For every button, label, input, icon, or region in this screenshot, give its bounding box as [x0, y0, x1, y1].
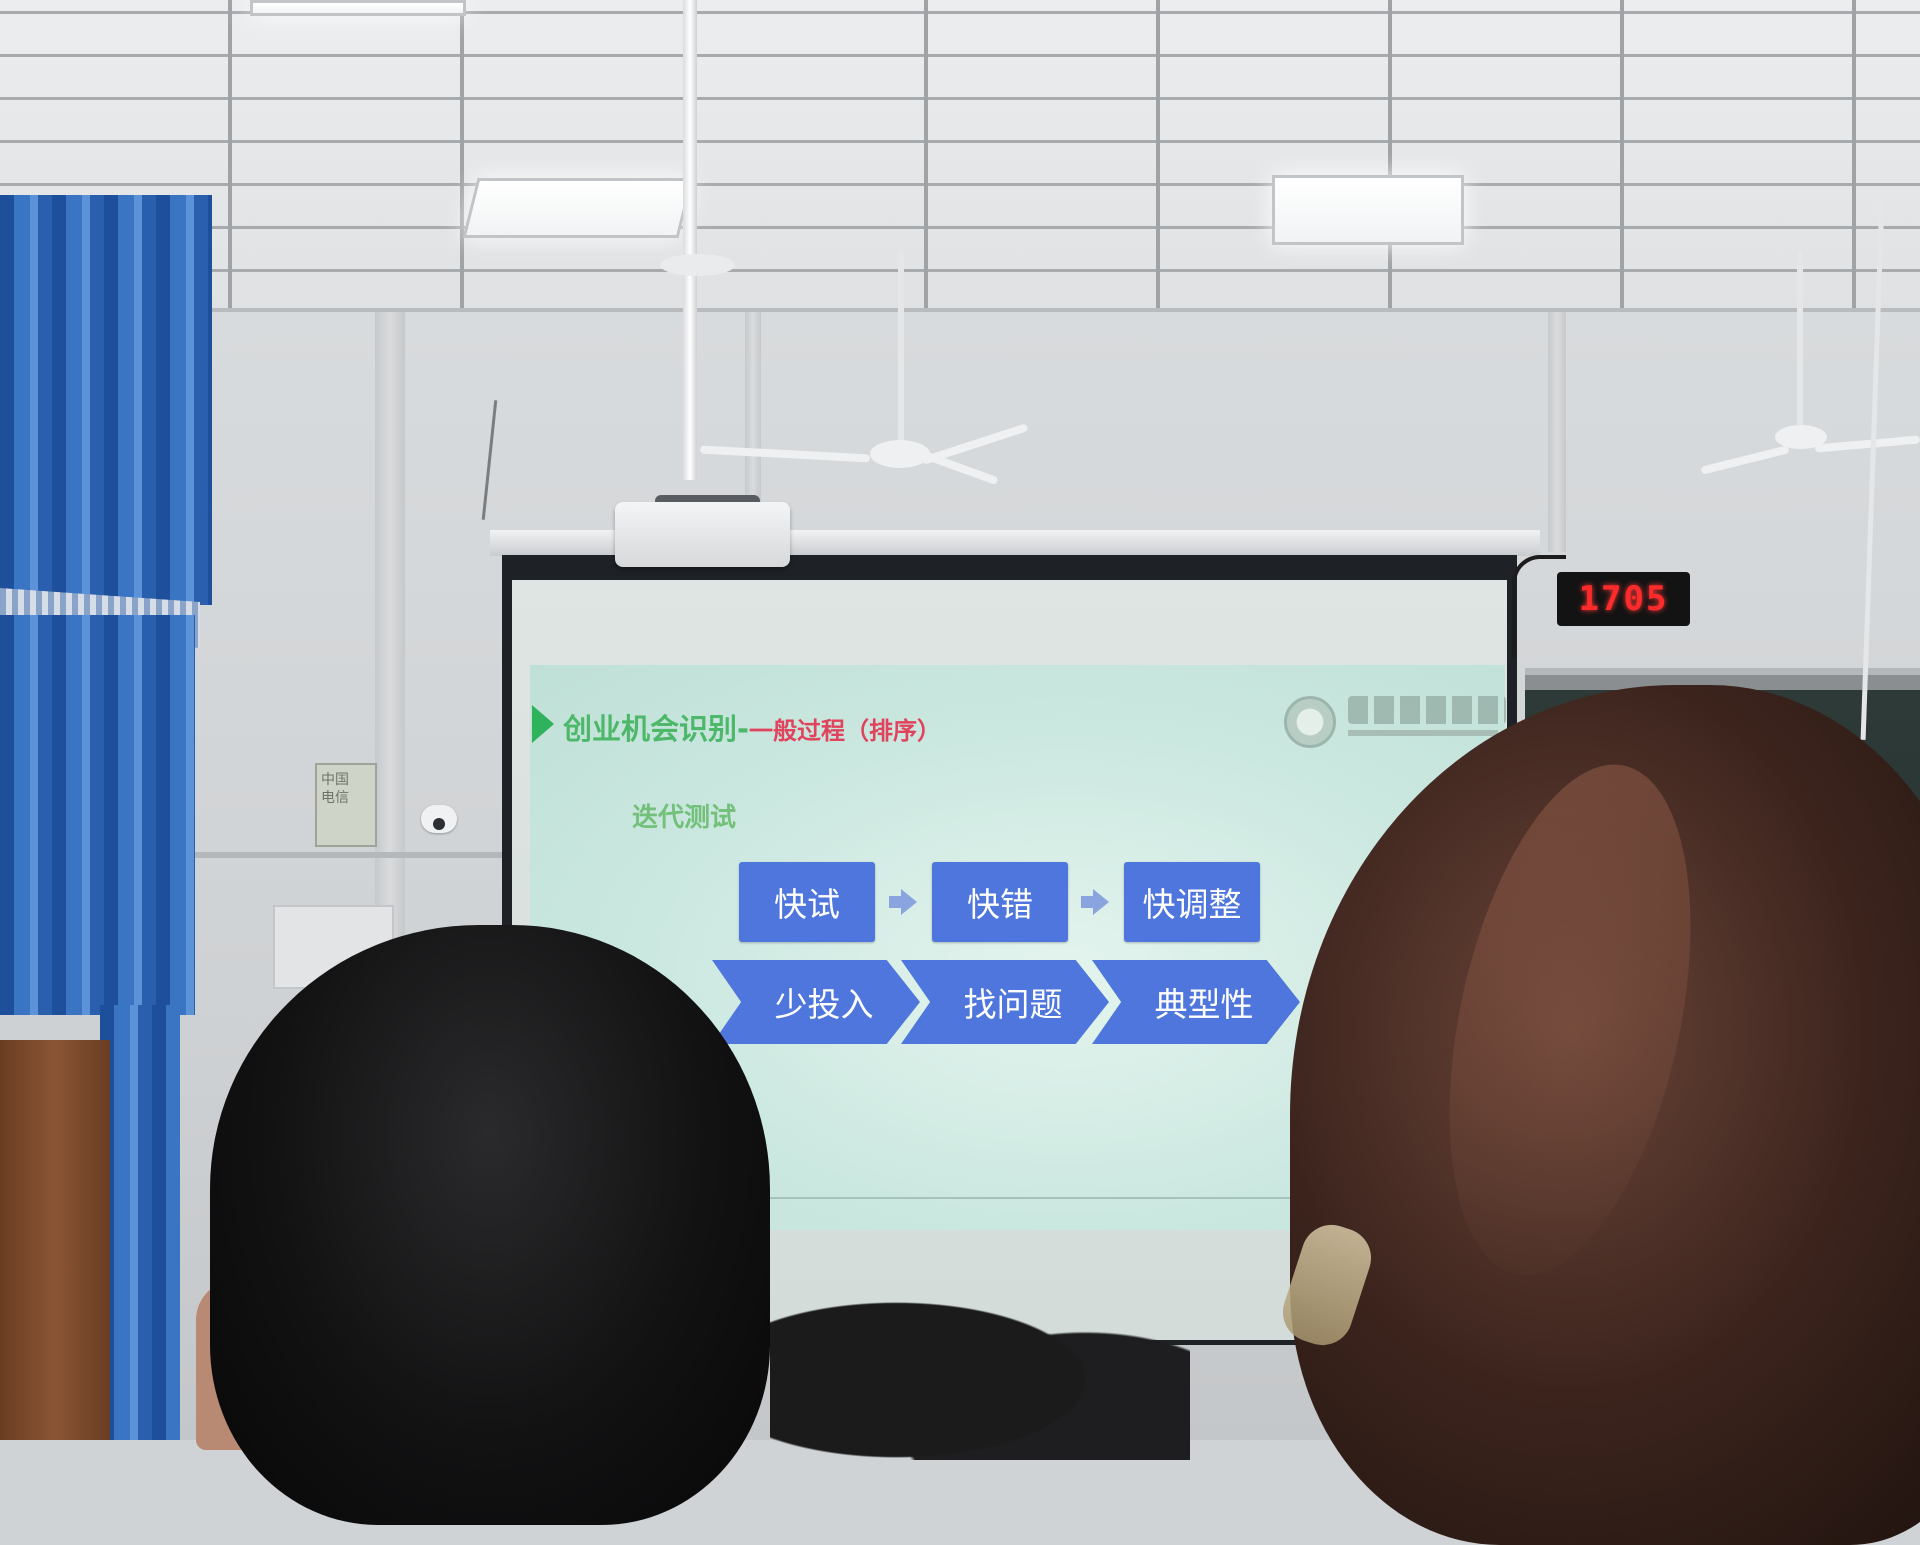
chevron-find-problem: 找问题	[901, 960, 1109, 1044]
projector-pole	[683, 0, 697, 480]
chevron-typicality: 典型性	[1092, 960, 1300, 1044]
chevron-low-input: 少投入	[712, 960, 920, 1044]
ceiling-light-left	[462, 178, 694, 238]
arrow-stem-2	[1081, 896, 1093, 908]
slide-title: 创业机会识别-一般过程（排序）	[563, 706, 941, 748]
box-quick-fail: 快错	[932, 862, 1068, 942]
audience-heads-back	[770, 1260, 1190, 1460]
projector	[615, 502, 790, 567]
digital-clock: 1705	[1557, 572, 1690, 626]
clock-time: 1705	[1578, 579, 1669, 619]
telecom-panel-label-2: 电信	[321, 790, 349, 806]
ceiling-fan-rod-2	[1797, 250, 1803, 430]
chevron-low-input-label: 少投入	[774, 985, 874, 1024]
arrow-stem-1	[889, 896, 901, 908]
university-seal-logo	[1284, 696, 1336, 748]
ceiling-light-right	[1272, 175, 1464, 245]
audience-head-left	[210, 925, 770, 1525]
slide-title-sub: 一般过程（排序）	[749, 717, 942, 745]
ceiling-fan-rod-1	[898, 250, 904, 450]
box-quick-try: 快试	[739, 862, 875, 942]
slide-title-main: 创业机会识别-	[563, 712, 750, 746]
curtain-panel-lower	[100, 1005, 180, 1440]
chevron-typicality-label: 典型性	[1154, 985, 1254, 1024]
chevron-find-problem-label: 找问题	[963, 985, 1063, 1024]
ceiling-light-top	[250, 0, 466, 16]
door	[0, 1040, 110, 1440]
box-quick-adjust: 快调整	[1124, 862, 1260, 942]
wall-pilaster-right	[1548, 312, 1566, 552]
curtain-valance	[0, 195, 212, 605]
telecom-panel-label-1: 中国	[321, 772, 349, 788]
telecom-panel: 中国 电信	[315, 763, 377, 847]
slide-title-marker	[532, 705, 554, 743]
arrow-right-icon-2	[1093, 889, 1109, 915]
ceiling	[0, 0, 1920, 312]
university-wordmark-logo	[1348, 696, 1506, 724]
curtain-panel-left	[0, 615, 195, 1015]
wall-ledge	[190, 852, 510, 858]
security-camera-lens	[433, 818, 445, 830]
arrow-right-icon-1	[901, 889, 917, 915]
slide-subtitle: 迭代测试	[632, 803, 737, 833]
pole-bracket	[660, 254, 735, 276]
university-wordmark-sub	[1348, 730, 1498, 736]
